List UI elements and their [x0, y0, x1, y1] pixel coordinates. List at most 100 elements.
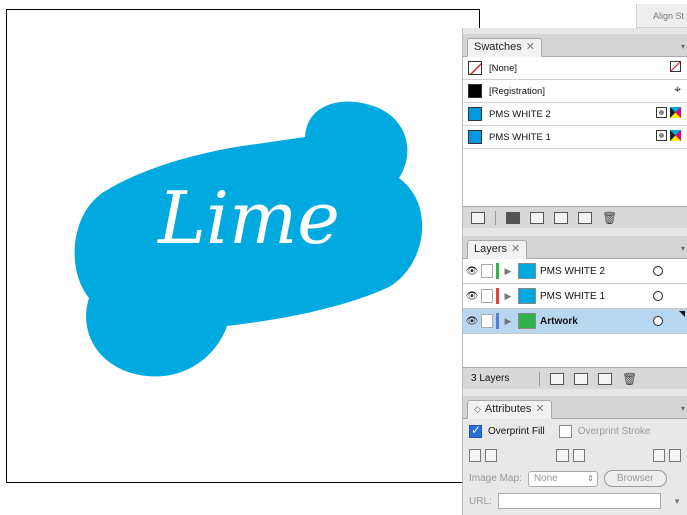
close-icon[interactable]: ✕ — [535, 400, 544, 419]
new-color-group-button[interactable] — [554, 211, 568, 224]
layer-thumbnail — [518, 263, 536, 279]
layer-name[interactable]: PMS WHITE 2 — [540, 266, 605, 277]
reverse-path-alt-button[interactable] — [572, 449, 585, 462]
attributes-tab-label: Attributes — [484, 403, 532, 415]
visibility-eye-icon[interactable]: 👁 — [463, 291, 481, 302]
visibility-eye-icon[interactable]: 👁 — [463, 316, 481, 327]
layer-row[interactable]: 👁 ▶ PMS WHITE 1 — [463, 284, 687, 309]
show-center-off-button[interactable] — [469, 449, 482, 462]
show-swatch-kinds-button[interactable] — [471, 211, 485, 224]
close-icon[interactable]: ✕ — [526, 38, 535, 57]
url-label: URL: — [469, 495, 492, 507]
align-panel-tab[interactable]: Align St — [636, 4, 687, 28]
layer-name[interactable]: Artwork — [540, 316, 578, 327]
swatches-list: [None] [Registration] ⌖ PMS WHITE 2 PMS … — [463, 57, 687, 206]
swatch-row-pms-white-1[interactable]: PMS WHITE 1 — [463, 126, 687, 149]
image-map-row: Image Map: None ⇕ Browser — [469, 470, 681, 487]
swatch-name: PMS WHITE 2 — [489, 108, 551, 120]
layer-count: 3 Layers — [471, 373, 510, 384]
close-icon[interactable]: ✕ — [511, 240, 520, 259]
swatch-row-pms-white-2[interactable]: PMS WHITE 2 — [463, 103, 687, 126]
swatch-name: [Registration] — [489, 85, 545, 97]
expand-triangle-icon[interactable]: ▶ — [502, 316, 514, 327]
fill-rule-nonzero-button[interactable] — [652, 449, 665, 462]
overprint-stroke-checkbox[interactable] — [558, 425, 572, 438]
artboard: Lime — [6, 9, 480, 483]
layer-thumbnail — [518, 288, 536, 304]
tab-swatches[interactable]: Swatches ✕ — [467, 38, 542, 57]
chevron-up-down-icon: ⇕ — [587, 473, 594, 483]
layers-footer: 3 Layers 🗑 — [463, 367, 687, 389]
layer-target-icon[interactable] — [653, 266, 663, 276]
swatch-name: [None] — [489, 62, 517, 74]
lock-toggle[interactable] — [481, 289, 493, 303]
url-input[interactable] — [497, 493, 662, 509]
registration-icon: ⌖ — [674, 82, 681, 96]
locate-object-button[interactable] — [550, 372, 564, 385]
layers-tab-label: Layers — [474, 243, 508, 255]
panel-menu-icon[interactable]: ▾ — [681, 244, 685, 253]
swatches-footer: 🗑 — [463, 206, 687, 228]
swatch-options-button[interactable] — [530, 211, 544, 224]
tab-layers[interactable]: Layers ✕ — [467, 240, 528, 259]
trash-icon[interactable]: 🗑 — [602, 211, 617, 225]
swatches-tabbar: Swatches ✕ ▾ — [463, 34, 687, 57]
fill-rule-evenodd-button[interactable] — [668, 449, 682, 462]
tab-attributes[interactable]: ◇ Attributes ✕ — [467, 400, 552, 419]
overprint-fill-checkbox[interactable]: ✓ — [469, 423, 482, 438]
logo-text: Lime — [156, 176, 340, 260]
none-edit-icon — [670, 61, 681, 72]
layer-row-selected[interactable]: 👁 ▶ Artwork ◥ — [463, 309, 687, 334]
layers-list: 👁 ▶ PMS WHITE 2 👁 ▶ PMS WHITE 1 👁 ▶ Artw… — [463, 259, 687, 367]
expand-triangle-icon[interactable]: ▶ — [502, 291, 514, 302]
lock-toggle[interactable] — [481, 314, 493, 328]
new-layer-button[interactable] — [598, 372, 612, 385]
layer-color-indicator — [496, 313, 499, 329]
expand-toggle-icon[interactable]: ◇ — [474, 400, 481, 419]
overprint-fill-label: Overprint Fill — [488, 426, 545, 437]
attributes-tabbar: ◇ Attributes ✕ ▾ — [463, 396, 687, 419]
new-swatch-button[interactable] — [578, 211, 592, 224]
chevron-down-icon[interactable]: ▼ — [673, 497, 681, 506]
expand-triangle-icon[interactable]: ▶ — [502, 266, 514, 277]
panel-menu-icon[interactable]: ▾ — [681, 42, 685, 51]
url-row: URL: ▼ — [469, 493, 681, 509]
checkmark-icon: ✓ — [471, 423, 482, 437]
swatch-color-chip — [468, 130, 482, 144]
attributes-panel: ◇ Attributes ✕ ▾ ✓ Overprint Fill Overpr… — [462, 396, 687, 515]
browser-button[interactable]: Browser — [603, 470, 667, 487]
divider — [539, 371, 540, 386]
swatches-panel: Swatches ✕ ▾ [None] [Registration] ⌖ PMS… — [462, 34, 687, 228]
panel-menu-icon[interactable]: ▾ — [681, 404, 685, 413]
swatch-row-none[interactable]: [None] — [463, 57, 687, 80]
image-map-select[interactable]: None ⇕ — [527, 470, 598, 487]
layers-panel: Layers ✕ ▾ 👁 ▶ PMS WHITE 2 👁 ▶ PMS WHITE… — [462, 236, 687, 389]
show-center-on-button[interactable] — [485, 449, 498, 462]
lock-toggle[interactable] — [481, 264, 493, 278]
swatch-name: PMS WHITE 1 — [489, 131, 551, 143]
layer-color-indicator — [496, 263, 499, 279]
swatch-color-chip — [468, 107, 482, 121]
visibility-eye-icon[interactable]: 👁 — [463, 266, 481, 277]
swatch-library-button[interactable] — [506, 211, 520, 224]
align-tab-label: Align St — [653, 11, 685, 21]
layer-target-icon[interactable] — [653, 316, 663, 326]
layer-thumbnail — [518, 313, 536, 329]
layer-target-icon[interactable] — [653, 291, 663, 301]
make-clipping-mask-button[interactable] — [574, 372, 588, 385]
swatches-tab-label: Swatches — [474, 41, 522, 53]
cmyk-mode-icon — [670, 107, 681, 118]
attributes-content: ✓ Overprint Fill Overprint Stroke Image … — [463, 419, 687, 509]
overprint-stroke-label: Overprint Stroke — [577, 426, 651, 437]
layer-row[interactable]: 👁 ▶ PMS WHITE 2 — [463, 259, 687, 284]
cmyk-mode-icon — [670, 130, 681, 141]
selection-corner-icon: ◥ — [678, 309, 685, 318]
layer-name[interactable]: PMS WHITE 1 — [540, 291, 605, 302]
attribute-buttons-row — [469, 449, 682, 462]
layer-color-indicator — [496, 288, 499, 304]
registration-swatch-chip — [468, 84, 482, 98]
overprint-row: ✓ Overprint Fill Overprint Stroke — [469, 423, 681, 438]
reverse-path-button[interactable] — [556, 449, 569, 462]
swatch-row-registration[interactable]: [Registration] ⌖ — [463, 80, 687, 103]
trash-icon[interactable]: 🗑 — [622, 372, 637, 386]
